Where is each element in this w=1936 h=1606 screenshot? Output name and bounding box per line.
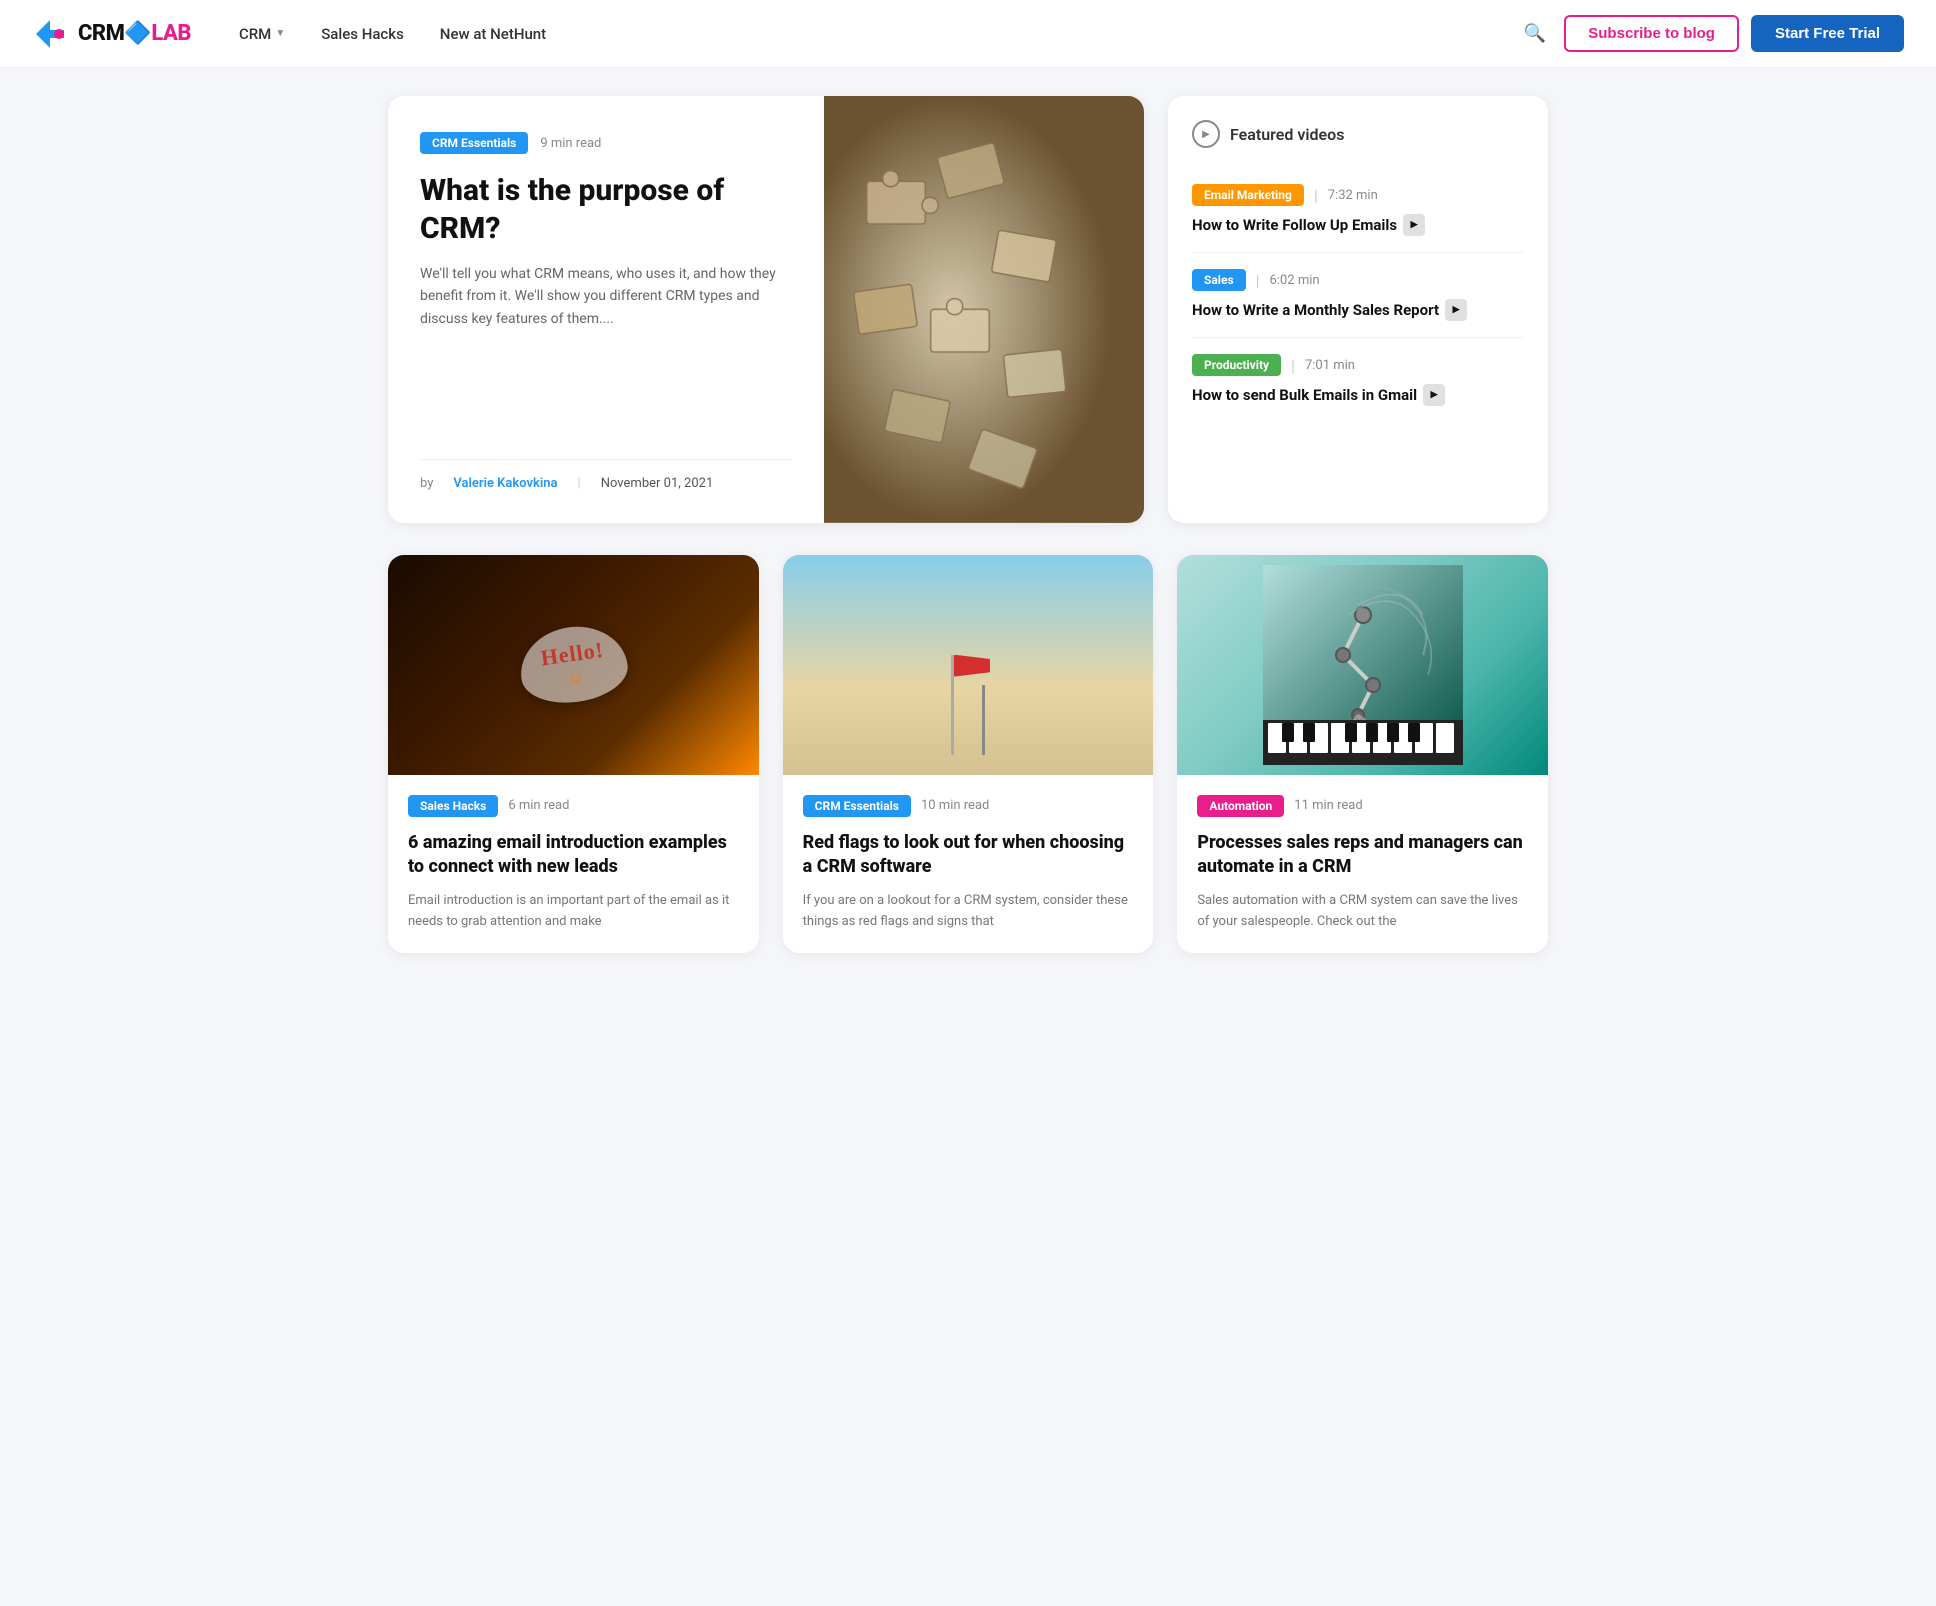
trial-button[interactable]: Start Free Trial xyxy=(1751,15,1904,52)
hero-description: We'll tell you what CRM means, who uses … xyxy=(420,263,792,435)
main-nav: CRM ▼ Sales Hacks New at NetHunt xyxy=(239,25,1518,43)
article-badge: Automation xyxy=(1197,795,1284,817)
logo-text: CRM🔷LAB xyxy=(78,21,191,46)
article-badge: CRM Essentials xyxy=(803,795,911,817)
article-title: Processes sales reps and managers can au… xyxy=(1197,831,1528,880)
article-grid: Hello! ☺ Sales Hacks 6 min read 6 amazin… xyxy=(388,555,1548,953)
flag-visual xyxy=(951,655,985,755)
article-title: 6 amazing email introduction examples to… xyxy=(408,831,739,880)
video-duration: 7:32 min xyxy=(1328,188,1378,203)
video-item[interactable]: Email Marketing | 7:32 min How to Write … xyxy=(1192,168,1524,253)
article-card[interactable]: Hello! ☺ Sales Hacks 6 min read 6 amazin… xyxy=(388,555,759,953)
article-description: If you are on a lookout for a CRM system… xyxy=(803,891,1134,933)
article-meta: CRM Essentials 10 min read xyxy=(803,795,1134,817)
article-description: Email introduction is an important part … xyxy=(408,891,739,933)
hero-badge: CRM Essentials xyxy=(420,132,528,154)
hero-read-time: 9 min read xyxy=(540,136,601,151)
article-body: Automation 11 min read Processes sales r… xyxy=(1177,775,1548,953)
hero-author[interactable]: Valerie Kakovkina xyxy=(453,476,557,491)
main-content: CRM Essentials 9 min read What is the pu… xyxy=(368,68,1568,981)
article-image-hello: Hello! ☺ xyxy=(388,555,759,775)
article-image-robot xyxy=(1177,555,1548,775)
flag-pole-2 xyxy=(982,685,985,755)
article-read-time: 6 min read xyxy=(508,798,569,813)
hero-title: What is the purpose of CRM? xyxy=(420,172,792,247)
video-title: How to Write Follow Up Emails ▶ xyxy=(1192,214,1524,236)
article-image-desert xyxy=(783,555,1154,775)
nav-crm[interactable]: CRM ▼ xyxy=(239,25,285,43)
article-read-time: 10 min read xyxy=(921,798,989,813)
subscribe-button[interactable]: Subscribe to blog xyxy=(1564,15,1739,52)
header-actions: 🔍 Subscribe to blog Start Free Trial xyxy=(1518,15,1904,52)
video-duration: 6:02 min xyxy=(1270,273,1320,288)
article-title: Red flags to look out for when choosing … xyxy=(803,831,1134,880)
hero-meta: CRM Essentials 9 min read xyxy=(420,132,792,154)
video-title: How to send Bulk Emails in Gmail ▶ xyxy=(1192,384,1524,406)
hero-date: November 01, 2021 xyxy=(601,476,714,491)
top-section: CRM Essentials 9 min read What is the pu… xyxy=(388,96,1548,523)
hero-divider: | xyxy=(578,476,581,491)
play-button-icon[interactable]: ▶ xyxy=(1403,214,1425,236)
sidebar-videos: ▶ Featured videos Email Marketing | 7:32… xyxy=(1168,96,1548,523)
hero-card[interactable]: CRM Essentials 9 min read What is the pu… xyxy=(388,96,1144,523)
video-duration: 7:01 min xyxy=(1305,358,1355,373)
video-title: How to Write a Monthly Sales Report ▶ xyxy=(1192,299,1524,321)
flag-cloth xyxy=(954,655,990,677)
nav-sales-hacks[interactable]: Sales Hacks xyxy=(321,25,404,43)
article-read-time: 11 min read xyxy=(1294,798,1362,813)
article-body: CRM Essentials 10 min read Red flags to … xyxy=(783,775,1154,953)
site-header: CRM🔷LAB CRM ▼ Sales Hacks New at NetHunt… xyxy=(0,0,1936,68)
article-description: Sales automation with a CRM system can s… xyxy=(1197,891,1528,933)
video-meta: Productivity | 7:01 min xyxy=(1192,354,1524,376)
article-meta: Automation 11 min read xyxy=(1197,795,1528,817)
play-button-icon[interactable]: ▶ xyxy=(1423,384,1445,406)
logo[interactable]: CRM🔷LAB xyxy=(32,16,191,52)
chevron-down-icon: ▼ xyxy=(275,28,285,39)
robot-visual xyxy=(1263,565,1463,765)
hello-sticker-visual: Hello! ☺ xyxy=(520,627,627,702)
hero-footer: by Valerie Kakovkina | November 01, 2021 xyxy=(420,459,792,491)
featured-title: Featured videos xyxy=(1230,125,1344,144)
video-badge: Email Marketing xyxy=(1192,184,1304,206)
hero-image xyxy=(824,96,1144,523)
video-badge: Sales xyxy=(1192,269,1246,291)
play-circle-icon: ▶ xyxy=(1192,120,1220,148)
nav-nethunt[interactable]: New at NetHunt xyxy=(440,25,546,43)
logo-icon xyxy=(32,16,68,52)
article-card[interactable]: CRM Essentials 10 min read Red flags to … xyxy=(783,555,1154,953)
video-badge: Productivity xyxy=(1192,354,1281,376)
article-body: Sales Hacks 6 min read 6 amazing email i… xyxy=(388,775,759,953)
article-badge: Sales Hacks xyxy=(408,795,498,817)
hero-text: CRM Essentials 9 min read What is the pu… xyxy=(388,96,824,523)
search-icon: 🔍 xyxy=(1524,23,1546,43)
video-meta: Email Marketing | 7:32 min xyxy=(1192,184,1524,206)
flag-pole xyxy=(951,655,954,755)
article-card[interactable]: Automation 11 min read Processes sales r… xyxy=(1177,555,1548,953)
featured-header: ▶ Featured videos xyxy=(1192,120,1524,148)
video-item[interactable]: Productivity | 7:01 min How to send Bulk… xyxy=(1192,338,1524,422)
video-meta: Sales | 6:02 min xyxy=(1192,269,1524,291)
video-item[interactable]: Sales | 6:02 min How to Write a Monthly … xyxy=(1192,253,1524,338)
play-button-icon[interactable]: ▶ xyxy=(1445,299,1467,321)
hero-content: CRM Essentials 9 min read What is the pu… xyxy=(388,96,1144,523)
article-meta: Sales Hacks 6 min read xyxy=(408,795,739,817)
hero-by-label: by xyxy=(420,476,433,491)
search-button[interactable]: 🔍 xyxy=(1518,17,1552,50)
hero-image-visual xyxy=(824,96,1144,523)
